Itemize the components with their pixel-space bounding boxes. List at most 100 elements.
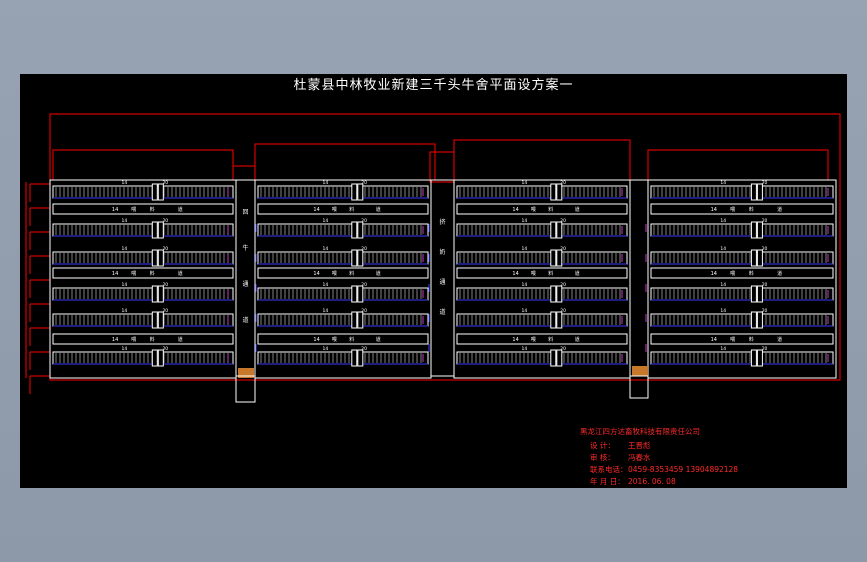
feed-alley-label: 料 bbox=[548, 206, 553, 213]
feed-alley-label: 料 bbox=[749, 270, 754, 277]
dimension-label: 14 bbox=[720, 246, 726, 252]
dimension-label: 20 bbox=[560, 282, 566, 288]
post bbox=[756, 221, 763, 239]
feed-alley-label: 料 bbox=[150, 270, 155, 277]
feed-alley-label: 道 bbox=[178, 206, 183, 213]
dimension-label: 20 bbox=[762, 308, 768, 314]
feed-alley-label: 喂 bbox=[730, 271, 735, 277]
company-name: 黑龙江四方达畜牧科技有限责任公司 bbox=[580, 427, 700, 436]
feed-alley-label: 喂 bbox=[730, 337, 735, 343]
dimension-label: 14 bbox=[720, 218, 726, 224]
post bbox=[750, 183, 757, 201]
dimension-label: 20 bbox=[162, 346, 168, 352]
post bbox=[756, 311, 763, 329]
stall-row bbox=[257, 313, 429, 327]
feed-alley-label: 喂 bbox=[131, 337, 136, 343]
feed-alley bbox=[650, 267, 834, 279]
post bbox=[157, 183, 164, 201]
dimension-label: 14 bbox=[323, 308, 329, 314]
dimension-label: 14 bbox=[522, 282, 528, 288]
dimension-label: 14 bbox=[122, 246, 128, 252]
dimension-label: 20 bbox=[361, 218, 367, 224]
post bbox=[550, 311, 557, 329]
dimension-label: 20 bbox=[162, 246, 168, 252]
barn-block bbox=[647, 179, 837, 379]
dimension-label: 14 bbox=[522, 308, 528, 314]
post bbox=[756, 285, 763, 303]
feed-alley-label: 料 bbox=[749, 336, 754, 343]
dimension-label: 20 bbox=[762, 180, 768, 186]
return-corridor-label: 回 bbox=[242, 209, 248, 216]
reviewer-label: 审 核： bbox=[590, 453, 615, 462]
feed-alley-label: 14 bbox=[112, 337, 118, 343]
post bbox=[157, 221, 164, 239]
feed-alley bbox=[257, 203, 429, 215]
post bbox=[750, 311, 757, 329]
feed-alley-label: 道 bbox=[777, 206, 782, 213]
post bbox=[550, 183, 557, 201]
feed-alley bbox=[650, 203, 834, 215]
feed-alley bbox=[257, 267, 429, 279]
feed-alley-label: 料 bbox=[349, 270, 354, 277]
phone-label: 联系电话： bbox=[590, 465, 628, 474]
dimension-label: 20 bbox=[762, 246, 768, 252]
dimension-label: 14 bbox=[122, 180, 128, 186]
post bbox=[357, 311, 364, 329]
dimension-label: 14 bbox=[122, 346, 128, 352]
designer-name: 王晋彪 bbox=[628, 441, 651, 450]
dimension-label: 14 bbox=[323, 246, 329, 252]
dimension-label: 20 bbox=[162, 218, 168, 224]
date-value: 2016. 06. 08 bbox=[628, 477, 676, 486]
barn-block bbox=[254, 179, 432, 379]
reviewer-row: 审 核： 冯春水 bbox=[590, 452, 651, 464]
dimension-label: 14 bbox=[522, 180, 528, 186]
feed-alley-label: 14 bbox=[711, 271, 717, 277]
feed-alley-label: 14 bbox=[313, 337, 319, 343]
post bbox=[756, 183, 763, 201]
post bbox=[351, 249, 358, 267]
return-corridor-label: 道 bbox=[242, 316, 248, 324]
north-block-2 bbox=[254, 143, 436, 181]
post bbox=[556, 183, 563, 201]
feed-alley-label: 料 bbox=[349, 336, 354, 343]
dimension-label: 14 bbox=[522, 218, 528, 224]
dimension-label: 20 bbox=[762, 282, 768, 288]
feed-alley-label: 道 bbox=[777, 336, 782, 343]
feed-alley-label: 喂 bbox=[730, 207, 735, 213]
post bbox=[151, 285, 158, 303]
stall-row bbox=[257, 287, 429, 301]
post bbox=[151, 183, 158, 201]
post bbox=[756, 249, 763, 267]
feed-alley-label: 道 bbox=[376, 206, 381, 213]
stall-row bbox=[456, 313, 628, 327]
feed-alley bbox=[456, 333, 628, 345]
dimension-label: 14 bbox=[122, 282, 128, 288]
dimension-label: 20 bbox=[762, 346, 768, 352]
post bbox=[550, 349, 557, 367]
dimension-label: 20 bbox=[361, 180, 367, 186]
feed-alley-label: 道 bbox=[376, 336, 381, 343]
post bbox=[556, 349, 563, 367]
stall-row bbox=[456, 251, 628, 265]
feed-alley-label: 14 bbox=[112, 207, 118, 213]
feed-alley-label: 道 bbox=[376, 270, 381, 277]
date-label: 年 月 日： bbox=[590, 477, 625, 486]
feed-alley bbox=[52, 333, 234, 345]
dimension-label: 20 bbox=[560, 246, 566, 252]
dimension-label: 20 bbox=[361, 246, 367, 252]
post bbox=[351, 183, 358, 201]
phone-row: 联系电话：0459-8353459 13904892128 bbox=[590, 464, 738, 476]
milking-corridor-label: 挤 bbox=[439, 218, 445, 226]
connecting-corridor bbox=[629, 179, 649, 377]
dimension-label: 14 bbox=[323, 180, 329, 186]
north-connector-small bbox=[232, 165, 256, 181]
feed-alley-label: 道 bbox=[777, 270, 782, 277]
dimension-label: 14 bbox=[323, 282, 329, 288]
post bbox=[357, 183, 364, 201]
dimension-label: 20 bbox=[762, 218, 768, 224]
feed-alley-label: 喂 bbox=[332, 337, 337, 343]
post bbox=[151, 349, 158, 367]
post bbox=[357, 249, 364, 267]
dimension-label: 14 bbox=[323, 346, 329, 352]
reviewer-name: 冯春水 bbox=[628, 453, 651, 462]
